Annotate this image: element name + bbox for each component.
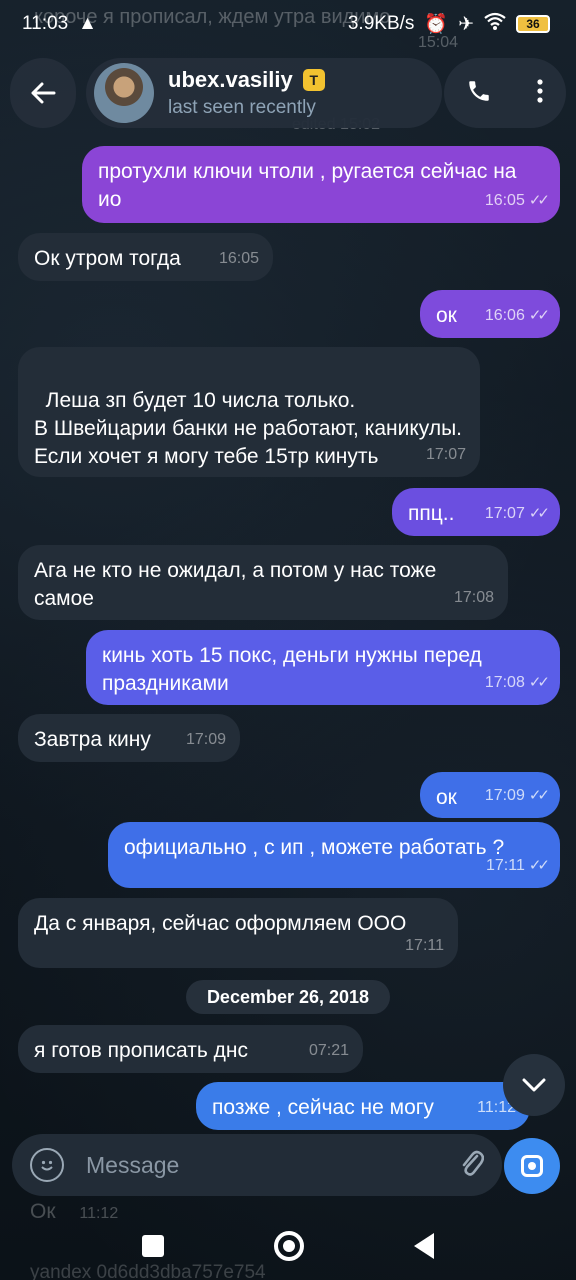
- message-time: 16:06: [484, 307, 525, 324]
- message-time: 17:11: [486, 857, 525, 874]
- message-text: официально , с ип , можете работать ?: [124, 836, 505, 859]
- message-text: ок: [436, 304, 457, 327]
- avatar[interactable]: [94, 63, 154, 123]
- message-outgoing[interactable]: протухли ключи чтоли , ругается сейчас н…: [82, 146, 560, 223]
- chat-header: ubex.vasiliy T last seen recently: [8, 58, 568, 128]
- more-menu-icon[interactable]: [536, 78, 544, 109]
- home-button[interactable]: [274, 1231, 304, 1261]
- warning-icon: ▲: [78, 13, 97, 34]
- message-outgoing[interactable]: ппц.. 17:07 ✓✓: [392, 488, 560, 536]
- message-time: 17:07: [425, 446, 466, 463]
- message-time: 17:11: [405, 937, 444, 954]
- message-incoming[interactable]: Ага не кто не ожидал, а потом у нас тоже…: [18, 545, 508, 620]
- contact-name: ubex.vasiliy: [168, 67, 293, 92]
- system-back-button[interactable]: [414, 1233, 434, 1259]
- badge-icon: T: [302, 69, 325, 91]
- message-text: ппц..: [408, 502, 455, 525]
- back-button[interactable]: [10, 58, 76, 128]
- battery-icon: 36: [516, 15, 550, 33]
- double-check-icon: ✓✓: [528, 787, 550, 804]
- wifi-icon: [484, 12, 506, 36]
- message-text: ок: [436, 786, 457, 809]
- status-bar: 11:03 ▲ 3.9KB/s ⏰ ✈ 36: [0, 0, 576, 48]
- message-outgoing[interactable]: кинь хоть 15 покс, деньги нужны перед пр…: [86, 630, 560, 705]
- message-incoming[interactable]: я готов прописать днс 07:21: [18, 1025, 363, 1073]
- ghost-bottom-chat: yandex 0d6dd3dba757e754: [30, 1262, 266, 1280]
- message-text: Да с января, сейчас оформляем ООО: [34, 912, 407, 935]
- double-check-icon: ✓✓: [528, 192, 550, 209]
- message-outgoing[interactable]: ок 16:06 ✓✓: [420, 290, 560, 338]
- message-text: позже , сейчас не могу: [212, 1096, 434, 1119]
- message-composer: Message: [12, 1134, 502, 1196]
- double-check-icon: ✓✓: [528, 307, 550, 324]
- message-text: Завтра кину: [34, 728, 151, 751]
- status-time: 11:03: [22, 13, 69, 34]
- date-separator: December 26, 2018: [186, 980, 390, 1014]
- message-incoming[interactable]: Да с января, сейчас оформляем ООО 17:11: [18, 898, 458, 968]
- double-check-icon: ✓✓: [528, 674, 550, 691]
- chevron-down-icon: [522, 1078, 546, 1092]
- message-incoming[interactable]: Ок утром тогда 16:05: [18, 233, 273, 281]
- chat-title-area[interactable]: ubex.vasiliy T last seen recently: [86, 58, 442, 128]
- double-check-icon: ✓✓: [528, 857, 550, 874]
- camera-icon: [521, 1155, 543, 1177]
- message-text: Ага не кто не ожидал, а потом у нас тоже…: [34, 559, 437, 610]
- message-time: 17:09: [185, 731, 226, 748]
- message-incoming[interactable]: Завтра кину 17:09: [18, 714, 240, 762]
- message-outgoing[interactable]: позже , сейчас не могу 11:12: [196, 1082, 530, 1130]
- alarm-icon: ⏰: [424, 14, 449, 35]
- message-time: 17:08: [453, 589, 494, 606]
- message-outgoing[interactable]: официально , с ип , можете работать ? 17…: [108, 822, 560, 888]
- airplane-icon: ✈: [458, 13, 474, 35]
- message-text: кинь хоть 15 покс, деньги нужны перед пр…: [102, 644, 482, 695]
- message-time: 07:21: [308, 1042, 349, 1059]
- scroll-down-button[interactable]: [503, 1054, 565, 1116]
- message-time: 16:05: [218, 250, 259, 267]
- recent-apps-button[interactable]: [142, 1235, 164, 1257]
- message-text: я готов прописать днс: [34, 1039, 248, 1062]
- header-actions: [444, 58, 566, 128]
- message-input[interactable]: Message: [86, 1152, 458, 1179]
- attach-icon[interactable]: [458, 1147, 485, 1184]
- message-time: 17:07: [484, 505, 525, 522]
- message-time: 17:08: [484, 674, 525, 691]
- message-text: Ок утром тогда: [34, 247, 181, 270]
- message-text: протухли ключи чтоли , ругается сейчас н…: [98, 160, 517, 211]
- back-arrow-icon: [31, 82, 56, 104]
- message-time: 16:05: [484, 192, 525, 209]
- phone-icon[interactable]: [466, 78, 492, 109]
- message-outgoing[interactable]: ок 17:09 ✓✓: [420, 772, 560, 818]
- network-speed: 3.9KB/s: [347, 13, 415, 34]
- camera-button[interactable]: [504, 1138, 560, 1194]
- emoji-icon[interactable]: [30, 1148, 64, 1182]
- message-text: Леша зп будет 10 числа только. В Швейцар…: [34, 389, 462, 468]
- last-seen-status: last seen recently: [168, 97, 316, 118]
- double-check-icon: ✓✓: [528, 505, 550, 522]
- message-time: 17:09: [484, 787, 525, 804]
- message-incoming[interactable]: Леша зп будет 10 числа только. В Швейцар…: [18, 347, 480, 477]
